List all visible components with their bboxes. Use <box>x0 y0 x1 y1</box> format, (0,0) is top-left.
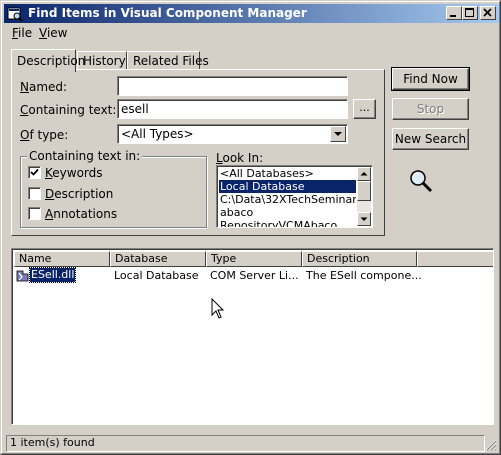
containing-text-in-group: Containing text in: Keywords Description… <box>20 149 207 228</box>
new-search-button[interactable]: New Search <box>392 128 469 150</box>
magnifier-icon <box>410 170 433 193</box>
dll-file-icon <box>16 270 29 282</box>
look-in-item[interactable]: abaco <box>219 206 356 219</box>
tab-related-files[interactable]: Related Files <box>127 51 209 71</box>
menu-view[interactable]: View <box>39 26 67 40</box>
maximize-icon <box>465 8 474 17</box>
status-text: 1 item(s) found <box>6 435 485 452</box>
find-now-button[interactable]: Find Now <box>391 67 470 91</box>
checkmark-icon <box>30 168 39 176</box>
look-in-scrollbar[interactable] <box>357 167 371 226</box>
named-input[interactable] <box>117 76 348 96</box>
chevron-down-icon <box>334 132 342 136</box>
column-header-description[interactable]: Description <box>302 251 417 267</box>
look-in-listbox[interactable]: <All Databases> Local Database C:\Data\3… <box>216 165 373 228</box>
tab-history-label: History <box>83 54 126 68</box>
find-items-window: Find Items in Visual Component Manager F… <box>0 0 501 455</box>
containing-text-in-title: Containing text in: <box>27 149 143 163</box>
look-in-item[interactable]: RepositoryVCMAbaco <box>219 219 356 227</box>
of-type-value: <All Types> <box>121 127 194 141</box>
column-header-filler <box>417 251 493 267</box>
results-list[interactable]: Name Database Type Description ESell.dll… <box>11 248 494 425</box>
keywords-checkbox[interactable] <box>28 166 41 179</box>
scroll-down-button[interactable] <box>357 212 371 226</box>
column-header-type[interactable]: Type <box>206 251 302 267</box>
named-label: Named: <box>20 80 68 94</box>
look-in-item[interactable]: C:\Data\32XTechSeminars\VCM\ <box>219 193 356 206</box>
containing-text-value: esell <box>121 102 149 116</box>
tab-description-label: Description <box>17 54 86 68</box>
stop-label: Stop <box>416 102 445 116</box>
arrow-down-icon <box>360 217 368 221</box>
find-now-label: Find Now <box>403 72 458 86</box>
window-frame: Find Items in Visual Component Manager F… <box>1 1 500 454</box>
result-database: Local Database <box>114 269 199 282</box>
containing-text-input[interactable]: esell <box>117 99 348 119</box>
mouse-cursor-icon <box>211 298 225 319</box>
annotations-checkbox[interactable] <box>28 207 41 220</box>
of-type-dropdown-button[interactable] <box>330 126 346 142</box>
scroll-thumb[interactable] <box>357 181 371 201</box>
result-name[interactable]: ESell.dll <box>28 267 77 283</box>
result-type: COM Server Li... <box>210 269 299 282</box>
close-icon <box>483 8 492 17</box>
of-type-label: Of type: <box>20 128 69 142</box>
scroll-up-button[interactable] <box>357 167 371 181</box>
of-type-select[interactable]: <All Types> <box>117 124 348 144</box>
annotations-label[interactable]: Annotations <box>45 207 117 221</box>
new-search-label: New Search <box>394 132 467 146</box>
minimize-button[interactable] <box>446 6 462 20</box>
column-header-database[interactable]: Database <box>110 251 206 267</box>
look-in-item[interactable]: <All Databases> <box>219 167 356 180</box>
find-icon <box>7 7 23 22</box>
result-description: The ESell compone... <box>306 269 422 282</box>
keywords-label[interactable]: Keywords <box>45 166 103 180</box>
description-label[interactable]: Description <box>45 187 113 201</box>
tab-description[interactable]: Description <box>11 49 85 72</box>
menu-file[interactable]: File <box>12 26 32 40</box>
description-panel: Named: Containing text: esell ... Of typ… <box>11 69 385 236</box>
resize-grip-icon[interactable] <box>484 438 497 451</box>
window-title: Find Items in Visual Component Manager <box>28 6 307 20</box>
maximize-button[interactable] <box>462 6 478 20</box>
containing-text-label: Containing text: <box>20 103 117 117</box>
look-in-label: Look In: <box>216 151 264 165</box>
minimize-icon <box>450 15 456 17</box>
browse-button-label: ... <box>359 101 370 114</box>
menu-bar: File View <box>4 24 499 43</box>
stop-button[interactable]: Stop <box>392 98 469 120</box>
browse-button[interactable]: ... <box>353 99 376 119</box>
description-checkbox[interactable] <box>28 187 41 200</box>
arrow-up-icon <box>360 172 368 176</box>
tab-related-files-label: Related Files <box>133 54 209 68</box>
close-button[interactable] <box>480 6 496 20</box>
title-bar[interactable]: Find Items in Visual Component Manager <box>4 4 499 23</box>
look-in-item-selected[interactable]: Local Database <box>219 180 356 193</box>
column-header-name[interactable]: Name <box>14 251 110 267</box>
status-bar: 1 item(s) found <box>4 434 499 453</box>
